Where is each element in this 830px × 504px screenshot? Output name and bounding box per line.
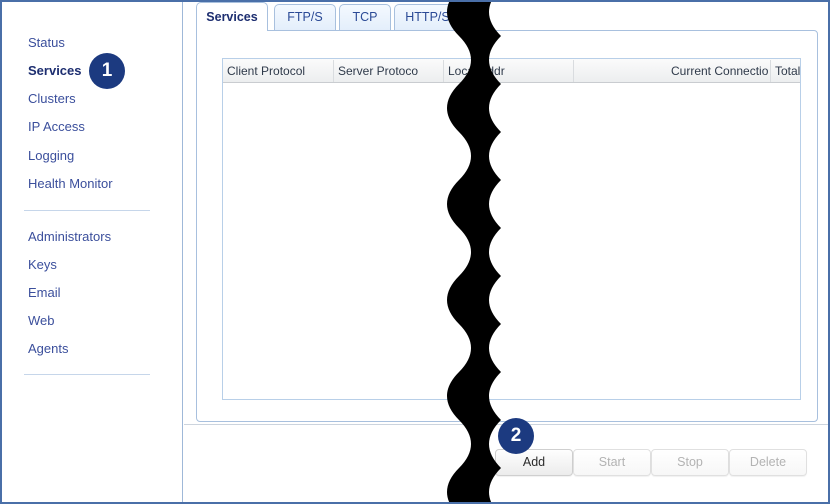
application-window: Status Services Clusters IP Access Loggi… (0, 0, 830, 504)
sidebar-item-keys[interactable]: Keys (2, 258, 57, 272)
column-header-local-address[interactable]: Local Addr (444, 59, 574, 82)
sidebar-item-administrators[interactable]: Administrators (2, 230, 111, 244)
sidebar-item-agents[interactable]: Agents (2, 342, 68, 356)
stop-button[interactable]: Stop (651, 449, 729, 476)
table-body-empty[interactable] (223, 83, 800, 399)
sidebar-divider-bottom (24, 374, 150, 375)
delete-button[interactable]: Delete (729, 449, 807, 476)
tab-services[interactable]: Services (196, 2, 268, 31)
add-button[interactable]: Add (495, 449, 573, 476)
sidebar-item-logging[interactable]: Logging (2, 149, 74, 163)
sidebar-item-status[interactable]: Status (2, 36, 65, 50)
tab-https[interactable]: HTTP/S (394, 4, 461, 31)
tab-tcp[interactable]: TCP (339, 4, 391, 31)
tab-bar: Services FTP/S TCP HTTP/S (196, 2, 828, 32)
sidebar-item-web[interactable]: Web (2, 314, 55, 328)
table-header-row: Client Protocol Server Protoco Local Add… (223, 59, 800, 83)
sidebar-item-ip-access[interactable]: IP Access (2, 120, 85, 134)
services-panel: Client Protocol Server Protoco Local Add… (196, 30, 818, 422)
column-header-total-connections[interactable]: Total Connections (771, 60, 800, 82)
callout-badge-2: 2 (498, 418, 534, 454)
tab-ftps[interactable]: FTP/S (274, 4, 336, 31)
services-table[interactable]: Client Protocol Server Protoco Local Add… (222, 58, 801, 400)
start-button[interactable]: Start (573, 449, 651, 476)
sidebar-item-health-monitor[interactable]: Health Monitor (2, 177, 113, 191)
sidebar-item-services[interactable]: Services (2, 64, 82, 78)
column-header-current-connections[interactable]: Current Connectio (667, 59, 771, 82)
sidebar-item-clusters[interactable]: Clusters (2, 92, 76, 106)
callout-badge-1: 1 (89, 53, 125, 89)
column-header-server-protocol[interactable]: Server Protoco (334, 59, 444, 82)
sidebar-divider-top (24, 210, 150, 211)
column-header-total-connections-label: Total Connections (775, 63, 800, 78)
sidebar-item-email[interactable]: Email (2, 286, 61, 300)
column-header-client-protocol[interactable]: Client Protocol (223, 59, 334, 82)
